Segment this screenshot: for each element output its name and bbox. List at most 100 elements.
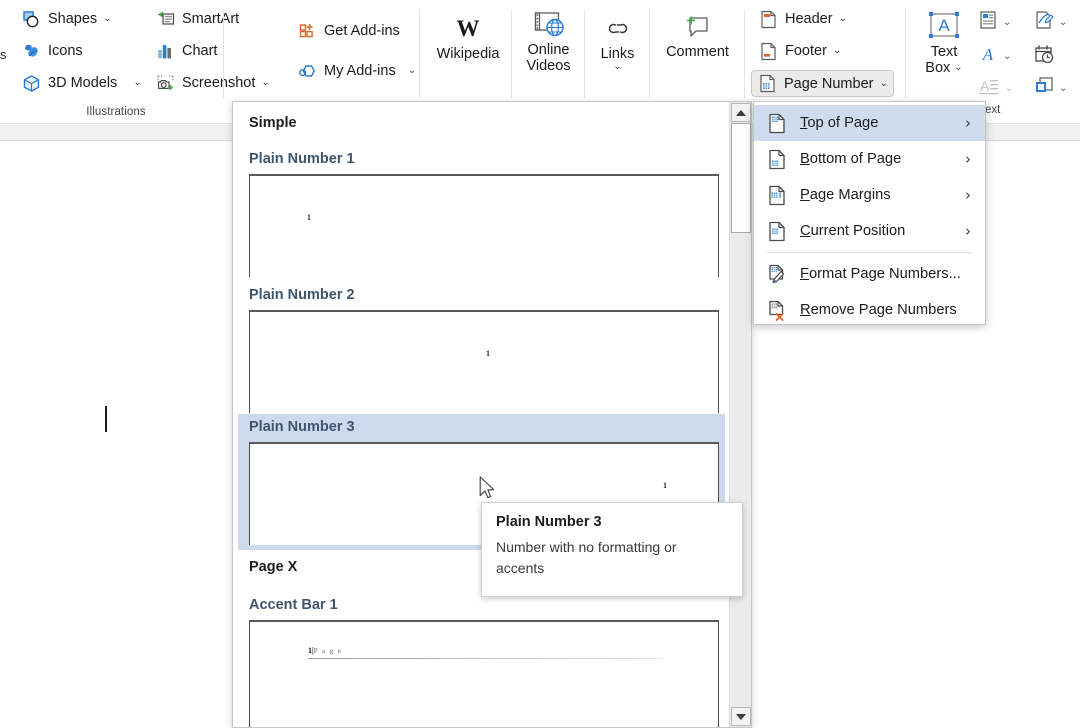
gallery-item-label: Plain Number 1 xyxy=(249,151,355,167)
links-button[interactable]: Links ⌄ xyxy=(587,12,648,72)
triangle-down-icon xyxy=(736,713,746,720)
chevron-down-icon[interactable]: ⌄ xyxy=(133,78,141,88)
gallery-item-preview: 1 xyxy=(249,174,719,277)
chevron-down-icon[interactable]: ⌄ xyxy=(879,78,887,89)
menu-item-rest: op of Page xyxy=(807,115,879,131)
wikipedia-button[interactable]: W Wikipedia xyxy=(428,12,508,62)
footer-label: Footer xyxy=(785,43,827,59)
object-icon xyxy=(1034,76,1054,101)
text-box-button[interactable]: A Text Box ⌄ xyxy=(914,8,974,76)
menu-item-format-page-numbers[interactable]: Format Page Numbers... xyxy=(754,256,985,292)
footer-button[interactable]: Footer ⌄ xyxy=(753,38,846,64)
group-label-illustrations: Illustrations xyxy=(86,106,146,118)
menu-item-label: Remove Page Numbers xyxy=(800,302,957,318)
smartart-label: SmartArt xyxy=(182,11,240,27)
mouse-cursor xyxy=(479,476,497,502)
signature-line-button[interactable]: ⌄ xyxy=(1034,10,1067,35)
page-number-label: Page Number xyxy=(784,75,874,92)
text-box-label-box: Box xyxy=(925,60,951,76)
chevron-down-icon[interactable]: ⌄ xyxy=(1003,51,1011,62)
get-addins-label: Get Add-ins xyxy=(324,23,400,39)
menu-item-mnemonic: R xyxy=(800,302,811,318)
menu-item-top-of-page[interactable]: Top of Page › xyxy=(754,105,985,141)
format-page-numbers-icon xyxy=(767,263,787,285)
preview-page-number: 1 xyxy=(486,349,490,358)
chevron-down-icon[interactable]: ⌄ xyxy=(1059,17,1067,28)
shapes-button[interactable]: Shapes ⌄ xyxy=(16,6,117,32)
chevron-down-icon[interactable]: ⌄ xyxy=(954,63,962,73)
chevron-right-icon: › xyxy=(965,185,971,204)
menu-item-rest: ottom of Page xyxy=(809,151,902,167)
comment-button[interactable]: Comment xyxy=(652,10,743,60)
page-number-bottom-icon xyxy=(767,148,787,170)
svg-text:A: A xyxy=(980,78,990,94)
gallery-item-preview: 1|P a g e xyxy=(249,620,719,727)
chevron-down-icon[interactable]: ⌄ xyxy=(103,14,111,24)
date-time-button[interactable] xyxy=(1034,44,1054,69)
gallery-scrollbar[interactable] xyxy=(729,102,751,727)
scroll-down-button[interactable] xyxy=(731,707,751,726)
gallery-item-plain-number-1[interactable]: Plain Number 1 1 xyxy=(238,146,725,277)
chevron-down-icon[interactable]: ⌄ xyxy=(1003,17,1011,28)
quick-parts-button[interactable]: ⌄ xyxy=(978,10,1011,35)
screenshot-button[interactable]: Screenshot ⌄ xyxy=(150,70,275,96)
links-icon xyxy=(604,12,632,46)
text-cursor xyxy=(105,406,107,432)
drop-cap-button[interactable]: A ⌄ xyxy=(978,76,1013,101)
chevron-down-icon[interactable]: ⌄ xyxy=(1059,83,1067,94)
chevron-right-icon: › xyxy=(965,221,971,240)
header-button[interactable]: Header ⌄ xyxy=(753,6,852,32)
chevron-down-icon[interactable]: ⌄ xyxy=(408,66,416,76)
ribbon-group-illustrations: Shapes ⌄ Icons 3D Models ⌄ SmartArt Char… xyxy=(8,0,270,124)
chevron-down-icon[interactable]: ⌄ xyxy=(613,62,621,72)
screenshot-label: Screenshot xyxy=(182,75,256,91)
online-videos-button[interactable]: Online Videos xyxy=(514,8,583,74)
scroll-up-button[interactable] xyxy=(731,103,751,122)
3d-models-button[interactable]: 3D Models ⌄ xyxy=(16,70,147,96)
wordart-icon: A xyxy=(978,44,998,69)
wordart-button[interactable]: A ⌄ xyxy=(978,44,1012,69)
header-label: Header xyxy=(785,11,833,27)
chart-icon xyxy=(155,41,175,61)
get-addins-icon xyxy=(297,21,317,41)
menu-item-rest: ormat Page Numbers... xyxy=(808,266,961,282)
document-page[interactable] xyxy=(0,141,234,728)
menu-item-page-margins[interactable]: Page Margins › xyxy=(754,177,985,213)
chevron-down-icon[interactable]: ⌄ xyxy=(261,78,269,88)
preview-word-page: P a g e xyxy=(313,647,343,655)
chevron-down-icon[interactable]: ⌄ xyxy=(839,14,847,24)
chart-button[interactable]: Chart xyxy=(150,38,222,64)
text-box-icon: A xyxy=(923,8,965,44)
cut-off-group-label: s xyxy=(0,47,7,62)
menu-item-rest: emove Page Numbers xyxy=(810,302,957,318)
menu-item-remove-page-numbers[interactable]: Remove Page Numbers xyxy=(754,292,985,328)
menu-item-bottom-of-page[interactable]: Bottom of Page › xyxy=(754,141,985,177)
my-addins-button[interactable]: My Add-ins ⌄ xyxy=(292,58,421,84)
object-button[interactable]: ⌄ xyxy=(1034,76,1067,101)
chart-label: Chart xyxy=(182,43,218,59)
gallery-item-accent-bar-1[interactable]: Accent Bar 1 1|P a g e xyxy=(238,592,725,727)
menu-item-current-position[interactable]: Current Position › xyxy=(754,213,985,249)
menu-item-mnemonic: B xyxy=(800,151,810,167)
gallery-category-simple: Simple xyxy=(249,115,297,131)
my-addins-icon xyxy=(297,61,317,81)
menu-item-label: Top of Page xyxy=(800,115,878,131)
wikipedia-icon: W xyxy=(451,12,485,46)
tooltip-title: Plain Number 3 xyxy=(496,514,602,530)
icons-button[interactable]: Icons xyxy=(16,38,88,64)
scrollbar-thumb[interactable] xyxy=(731,123,751,233)
gallery-item-label: Plain Number 3 xyxy=(249,419,355,435)
gallery-item-preview: 1 xyxy=(249,310,719,413)
get-addins-button[interactable]: Get Add-ins xyxy=(292,18,405,44)
page-number-button[interactable]: Page Number ⌄ xyxy=(751,70,894,97)
smartart-button[interactable]: SmartArt xyxy=(150,6,244,32)
3d-models-label: 3D Models xyxy=(48,75,118,91)
comment-label: Comment xyxy=(666,44,729,60)
chevron-down-icon[interactable]: ⌄ xyxy=(1005,83,1013,94)
svg-text:W: W xyxy=(457,16,480,41)
date-time-icon xyxy=(1034,44,1054,69)
menu-item-label: Format Page Numbers... xyxy=(800,266,961,282)
page-number-current-icon xyxy=(767,220,787,242)
gallery-item-plain-number-2[interactable]: Plain Number 2 1 xyxy=(238,282,725,413)
chevron-down-icon[interactable]: ⌄ xyxy=(833,46,841,56)
